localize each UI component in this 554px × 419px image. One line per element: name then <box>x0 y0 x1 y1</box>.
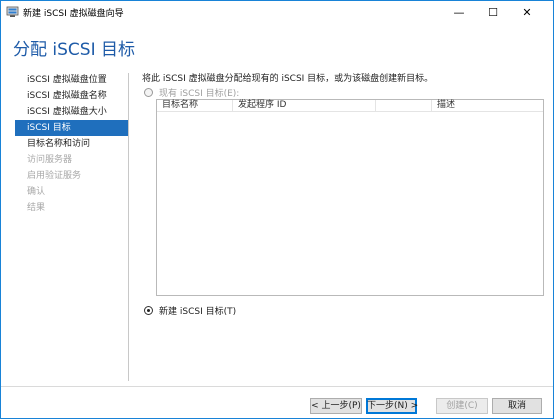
wizard-window: 新建 iSCSI 虚拟磁盘向导 — ☐ ✕ 分配 iSCSI 目标 iSCSI … <box>0 0 554 419</box>
nav-item-access-servers: 访问服务器 <box>27 155 73 165</box>
nav-item-enable-auth: 启用验证服务 <box>27 171 82 181</box>
column-header-description[interactable]: 描述 <box>432 100 543 111</box>
nav-item-confirmation: 确认 <box>27 187 46 197</box>
new-target-label: 新建 iSCSI 目标(T) <box>159 307 237 317</box>
column-header-blank[interactable] <box>376 100 432 111</box>
cancel-button[interactable]: 取消 <box>492 398 542 414</box>
server-manager-icon <box>6 5 19 18</box>
minimize-button[interactable]: — <box>443 1 475 23</box>
next-button[interactable]: 下一步(N) > <box>366 398 418 414</box>
maximize-button[interactable]: ☐ <box>477 1 509 23</box>
targets-table[interactable]: 目标名称 发起程序 ID 描述 <box>156 99 544 296</box>
nav-item-target-name-access[interactable]: 目标名称和访问 <box>15 136 129 152</box>
page-title: 分配 iSCSI 目标 <box>13 40 135 60</box>
title-bar: 新建 iSCSI 虚拟磁盘向导 — ☐ ✕ <box>1 1 553 23</box>
nav-item-results: 结果 <box>27 203 46 213</box>
create-button: 创建(C) <box>436 398 488 414</box>
nav-item-disk-location[interactable]: iSCSI 虚拟磁盘位置 <box>15 72 129 88</box>
targets-table-header: 目标名称 发起程序 ID 描述 <box>157 100 543 112</box>
new-target-radio[interactable] <box>144 306 153 315</box>
existing-target-option[interactable]: 现有 iSCSI 目标(E): <box>144 86 239 99</box>
nav-divider <box>128 73 129 381</box>
previous-button[interactable]: < 上一步(P) <box>310 398 362 414</box>
existing-target-label: 现有 iSCSI 目标(E): <box>159 89 240 99</box>
close-button[interactable]: ✕ <box>511 1 543 23</box>
existing-target-radio[interactable] <box>144 88 153 97</box>
nav-item-iscsi-target[interactable]: iSCSI 目标 <box>15 120 129 136</box>
nav-item-disk-size[interactable]: iSCSI 虚拟磁盘大小 <box>15 104 129 120</box>
window-title: 新建 iSCSI 虚拟磁盘向导 <box>23 9 124 19</box>
nav-item-disk-name[interactable]: iSCSI 虚拟磁盘名称 <box>15 88 129 104</box>
new-target-option[interactable]: 新建 iSCSI 目标(T) <box>144 304 236 317</box>
column-header-initiator-id[interactable]: 发起程序 ID <box>233 100 376 111</box>
footer-divider <box>1 386 553 387</box>
description-text: 将此 iSCSI 虚拟磁盘分配给现有的 iSCSI 目标，或为该磁盘创建新目标。 <box>142 74 434 84</box>
wizard-steps-nav: iSCSI 虚拟磁盘位置 iSCSI 虚拟磁盘名称 iSCSI 虚拟磁盘大小 i… <box>15 72 129 216</box>
column-header-target-name[interactable]: 目标名称 <box>157 100 233 111</box>
